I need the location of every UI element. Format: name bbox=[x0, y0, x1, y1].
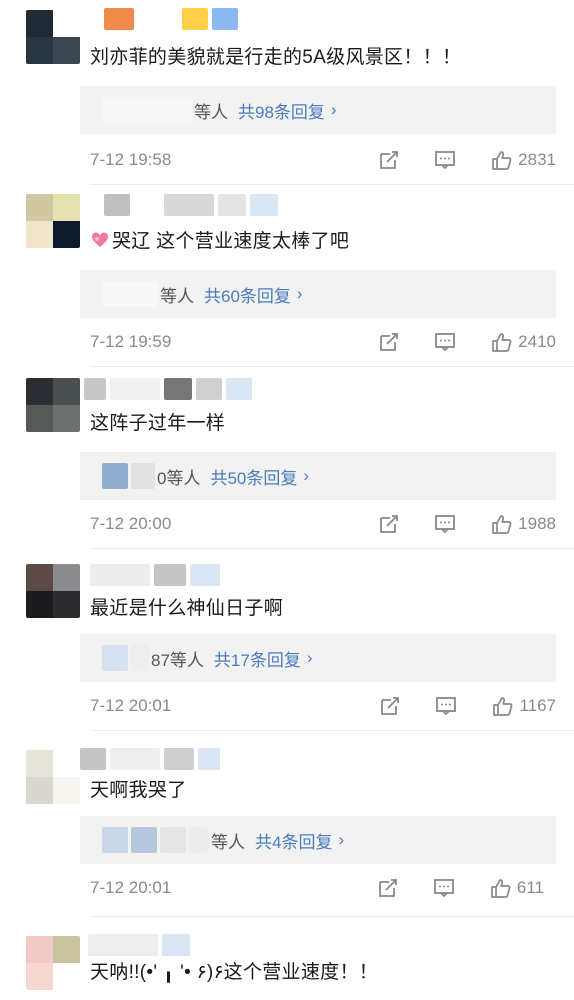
comment-meta: 7-12 20:00 1988 bbox=[90, 512, 560, 536]
reply-summary[interactable]: 等人 共60条回复 › bbox=[80, 270, 556, 318]
avatar[interactable] bbox=[26, 564, 80, 618]
timestamp: 7-12 20:01 bbox=[90, 696, 172, 715]
comment-text: 这阵子过年一样 bbox=[90, 413, 226, 434]
thumbs-up-icon[interactable] bbox=[490, 513, 512, 535]
comment-icon[interactable] bbox=[434, 331, 456, 353]
timestamp: 7-12 19:58 bbox=[90, 150, 172, 169]
comment-meta: 7-12 19:58 2831 bbox=[90, 148, 560, 172]
comment-icon[interactable] bbox=[435, 695, 457, 717]
action-bar: 2831 bbox=[378, 148, 556, 172]
reply-summary[interactable]: 0等人 共50条回复 › bbox=[80, 452, 556, 500]
action-bar: 611 bbox=[377, 876, 544, 900]
comment-meta: 7-12 19:59 2410 bbox=[90, 330, 560, 354]
divider bbox=[90, 730, 574, 731]
thumbs-up-icon[interactable] bbox=[490, 149, 512, 171]
divider bbox=[90, 548, 574, 549]
reply-summary[interactable]: 等人 共4条回复 › bbox=[80, 816, 556, 864]
comment-text: 天啊我哭了 bbox=[90, 780, 187, 801]
reply-who: 等人 bbox=[160, 286, 194, 306]
chevron-right-icon: › bbox=[296, 284, 303, 303]
timestamp: 7-12 19:59 bbox=[90, 332, 172, 351]
like-count: 1167 bbox=[519, 696, 556, 715]
reply-avatars bbox=[102, 645, 149, 671]
heart-emoji-icon bbox=[91, 232, 109, 247]
username-blurred[interactable] bbox=[104, 8, 238, 30]
avatar[interactable] bbox=[26, 378, 80, 432]
comment-text: 天呐!!(•' ╻ '• ۶)۶这个营业速度！！ bbox=[90, 962, 379, 983]
repost-icon[interactable] bbox=[379, 695, 401, 717]
repost-icon[interactable] bbox=[378, 513, 400, 535]
timestamp: 7-12 20:01 bbox=[90, 878, 172, 897]
chevron-right-icon: › bbox=[306, 648, 313, 667]
chevron-right-icon: › bbox=[338, 830, 345, 849]
thumbs-up-icon[interactable] bbox=[491, 695, 513, 717]
reply-count-link[interactable]: 共60条回复 bbox=[204, 282, 291, 307]
username-blurred[interactable] bbox=[104, 194, 278, 216]
divider bbox=[90, 366, 574, 367]
reply-who: 0等人 bbox=[157, 468, 201, 488]
avatar[interactable] bbox=[26, 750, 80, 804]
action-bar: 1988 bbox=[378, 512, 556, 536]
reply-avatars bbox=[102, 827, 209, 853]
chevron-right-icon: › bbox=[303, 466, 310, 485]
reply-avatars bbox=[102, 463, 155, 489]
comment-icon[interactable] bbox=[434, 149, 456, 171]
repost-icon[interactable] bbox=[378, 149, 400, 171]
divider bbox=[90, 184, 574, 185]
reply-who: 等人 bbox=[194, 102, 228, 122]
reply-count-link[interactable]: 共98条回复 bbox=[238, 98, 325, 123]
avatar[interactable] bbox=[26, 194, 80, 248]
comment-icon[interactable] bbox=[433, 877, 455, 899]
action-bar: 2410 bbox=[378, 330, 556, 354]
comment-text-body: 哭辽 这个营业速度太棒了吧 bbox=[112, 231, 350, 252]
repost-icon[interactable] bbox=[378, 331, 400, 353]
like-count: 1988 bbox=[518, 514, 556, 533]
comment-text: 最近是什么神仙日子啊 bbox=[90, 598, 284, 619]
username-blurred[interactable] bbox=[90, 564, 220, 586]
username-blurred[interactable] bbox=[88, 934, 190, 956]
timestamp: 7-12 20:00 bbox=[90, 514, 172, 533]
avatar[interactable] bbox=[26, 936, 80, 990]
thumbs-up-icon[interactable] bbox=[490, 331, 512, 353]
reply-who: 87等人 bbox=[151, 650, 204, 670]
avatar[interactable] bbox=[26, 10, 80, 64]
reply-who: 等人 bbox=[211, 832, 245, 852]
comment-icon[interactable] bbox=[434, 513, 456, 535]
username-blurred[interactable] bbox=[80, 748, 220, 770]
reply-summary[interactable]: 等人 共98条回复 › bbox=[80, 86, 556, 134]
reply-count-link[interactable]: 共17条回复 bbox=[214, 646, 301, 671]
chevron-right-icon: › bbox=[330, 100, 337, 119]
reply-count-link[interactable]: 共4条回复 bbox=[255, 828, 332, 853]
comment-text: 刘亦菲的美貌就是行走的5A级风景区！！！ bbox=[90, 47, 462, 68]
username-blurred[interactable] bbox=[84, 378, 252, 400]
like-count: 2831 bbox=[518, 150, 556, 169]
like-count: 611 bbox=[516, 878, 544, 897]
thumbs-up-icon[interactable] bbox=[489, 877, 511, 899]
reply-avatars bbox=[102, 97, 192, 123]
like-count: 2410 bbox=[518, 332, 556, 351]
comment-meta: 7-12 20:01 611 bbox=[90, 876, 560, 900]
repost-icon[interactable] bbox=[377, 877, 399, 899]
comment-text: 哭辽 这个营业速度太棒了吧 bbox=[90, 229, 349, 255]
divider bbox=[90, 916, 574, 917]
comment-meta: 7-12 20:01 1167 bbox=[90, 694, 560, 718]
reply-summary[interactable]: 87等人 共17条回复 › bbox=[80, 634, 556, 682]
reply-count-link[interactable]: 共50条回复 bbox=[210, 464, 297, 489]
reply-avatars bbox=[102, 281, 158, 307]
action-bar: 1167 bbox=[379, 694, 556, 718]
